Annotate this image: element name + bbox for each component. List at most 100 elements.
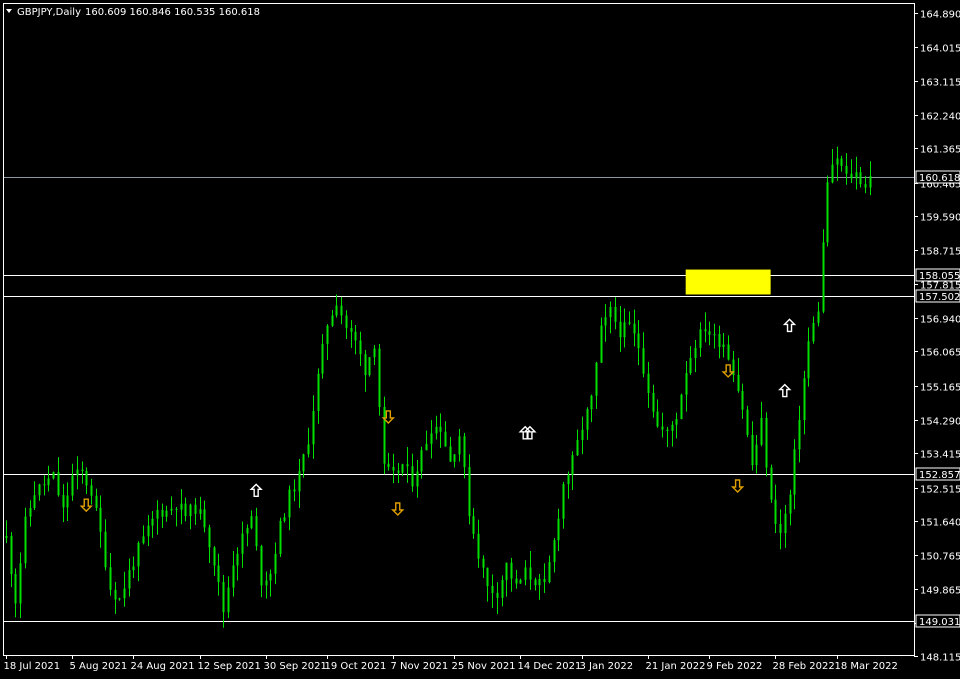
candle-body-4 (24, 516, 27, 564)
x-tick-label-5: 19 Oct 2021 (325, 661, 387, 672)
candle-body-98 (468, 467, 471, 517)
candle-body-164 (779, 523, 782, 534)
candle-body-78 (373, 348, 376, 358)
candle-body-95 (453, 454, 456, 462)
candle-body-11 (57, 472, 60, 496)
candle-body-128 (609, 306, 612, 318)
candle-body-143 (680, 394, 683, 420)
candle-body-38 (184, 503, 187, 517)
candle-body-6 (33, 495, 36, 508)
candle-body-170 (807, 341, 810, 379)
candle-body-130 (619, 321, 622, 338)
candle-body-157 (746, 409, 749, 435)
candle-body-21 (104, 531, 107, 568)
x-tick-label-1: 5 Aug 2021 (70, 661, 128, 672)
candle-body-27 (132, 566, 135, 571)
candle-body-54 (260, 546, 263, 586)
candle-body-180 (855, 172, 858, 179)
candle-body-47 (227, 587, 230, 613)
candle-body-156 (741, 391, 744, 410)
candle-body-25 (123, 588, 126, 599)
candle-body-2 (14, 574, 17, 604)
candle-body-70 (335, 305, 338, 316)
x-tick-label-8: 14 Dec 2021 (518, 661, 582, 672)
candle-body-42 (203, 509, 206, 528)
candle-body-79 (378, 348, 381, 408)
chart-background (0, 0, 960, 675)
candle-body-161 (765, 417, 768, 468)
candle-body-20 (99, 507, 102, 532)
price-chart[interactable]: 164.890 164.015 163.115 162.240 161.365 160.4… (0, 0, 960, 675)
candle-body-173 (822, 242, 825, 312)
candle-body-107 (510, 562, 513, 579)
candle-body-117 (557, 518, 560, 541)
candle-body-182 (864, 184, 867, 188)
candle-body-33 (161, 509, 164, 517)
candle-body-8 (43, 484, 46, 486)
candle-body-72 (345, 315, 348, 328)
candle-body-58 (279, 520, 282, 554)
candle-body-50 (241, 533, 244, 554)
candle-body-155 (737, 375, 740, 392)
y-tick-label-9: 156.940 (920, 315, 960, 326)
candle-body-3 (19, 563, 22, 604)
y-tick-label-11: 155.165 (920, 383, 960, 394)
candle-body-46 (222, 581, 225, 613)
candle-body-124 (590, 395, 593, 410)
candle-body-24 (118, 598, 121, 600)
candle-body-108 (515, 578, 518, 584)
candle-body-89 (425, 443, 428, 451)
candle-body-45 (217, 565, 220, 582)
candle-body-175 (831, 164, 834, 183)
candle-body-149 (708, 331, 711, 335)
y-tick-label-17: 149.865 (920, 586, 960, 597)
candle-body-15 (76, 469, 79, 476)
candle-body-168 (798, 420, 801, 450)
candle-body-151 (718, 334, 721, 348)
candle-body-177 (840, 158, 843, 166)
candle-body-152 (722, 344, 725, 348)
candle-body-122 (581, 429, 584, 441)
candle-body-49 (236, 553, 239, 566)
candle-body-29 (142, 536, 145, 543)
candle-body-178 (845, 165, 848, 174)
candle-body-158 (751, 434, 754, 466)
candle-body-125 (595, 362, 598, 396)
chart-header: GBPJPY,Daily 160.609 160.846 160.535 160… (6, 7, 260, 18)
y-tick-label-0: 164.890 (920, 10, 960, 21)
candle-body-36 (175, 508, 178, 510)
ohlc-values-label: 160.609 160.846 160.535 160.618 (85, 7, 260, 18)
symbol-timeframe-label: GBPJPY,Daily (17, 7, 81, 18)
x-tick-label-4: 30 Sep 2021 (264, 661, 327, 672)
candle-body-166 (789, 494, 792, 514)
candle-body-174 (826, 182, 829, 243)
candle-body-13 (66, 495, 69, 508)
candle-body-138 (656, 411, 659, 427)
candle-body-101 (482, 558, 485, 568)
candle-body-86 (411, 466, 414, 487)
x-tick-label-12: 28 Feb 2022 (773, 661, 835, 672)
candle-body-147 (699, 329, 702, 348)
candle-body-51 (246, 528, 249, 534)
candle-body-61 (293, 489, 296, 492)
candle-body-181 (859, 172, 862, 185)
chart-canvas[interactable]: 164.890164.015163.115162.240161.365160.4… (0, 0, 960, 675)
candle-body-153 (727, 344, 730, 360)
candle-body-52 (250, 516, 253, 529)
candle-body-148 (704, 329, 707, 332)
y-tick-label-14: 152.515 (920, 485, 960, 496)
candle-body-76 (364, 354, 367, 376)
candle-body-106 (505, 562, 508, 581)
candle-body-105 (501, 580, 504, 598)
candle-body-97 (463, 436, 466, 468)
x-tick-label-11: 9 Feb 2022 (707, 661, 763, 672)
candle-body-59 (283, 517, 286, 521)
candle-body-90 (430, 433, 433, 444)
candle-body-139 (661, 426, 664, 430)
candle-body-56 (269, 573, 272, 581)
x-tick-label-10: 21 Jan 2022 (646, 661, 706, 672)
yellow-zone-rect (685, 269, 771, 295)
candle-body-109 (519, 579, 522, 584)
candle-body-102 (486, 567, 489, 587)
candle-body-172 (817, 311, 820, 323)
